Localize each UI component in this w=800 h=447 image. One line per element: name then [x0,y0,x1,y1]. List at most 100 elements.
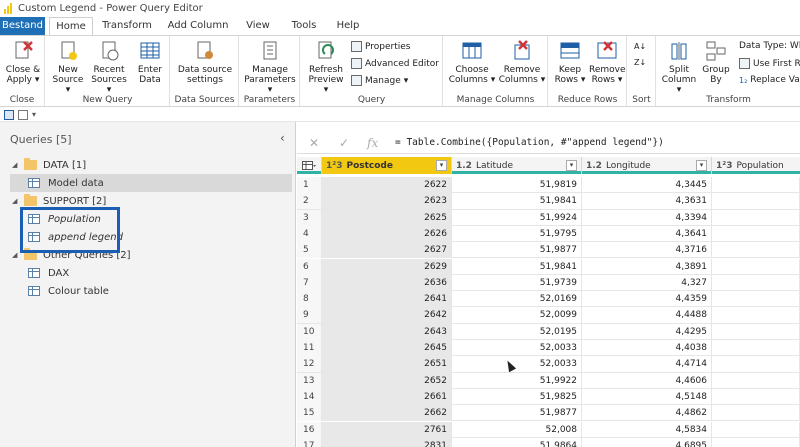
table-row[interactable]: 6 2629 51,9841 4,3891 [297,258,800,275]
data-source-settings-button[interactable]: Data source settings [175,40,235,85]
table-row[interactable]: 17 2831 51,9864 4,6895 [297,437,800,447]
manage-query-button[interactable]: Manage ▾ [351,75,408,86]
properties-button[interactable]: Properties [351,41,410,52]
select-all-table-icon[interactable] [297,157,322,174]
table-cell[interactable] [712,225,800,242]
query-item-dax[interactable]: DAX [10,264,292,282]
confirm-formula-icon[interactable]: ✓ [339,136,349,150]
table-cell[interactable]: 4,3631 [582,193,712,210]
collapse-pane-icon[interactable]: ‹ [280,131,285,145]
table-cell[interactable]: 52,0169 [452,291,582,308]
table-row[interactable]: 5 2627 51,9877 4,3716 [297,242,800,259]
table-row[interactable]: 7 2636 51,9739 4,327 [297,274,800,292]
table-cell[interactable]: 52,0033 [452,340,582,356]
query-item-model-data[interactable]: Model data [10,174,292,192]
table-cell[interactable] [712,340,800,356]
remove-rows-button[interactable]: Remove Rows ▾ [589,40,626,85]
table-cell[interactable]: 51,9739 [452,274,582,291]
keep-rows-button[interactable]: Keep Rows ▾ [553,40,587,85]
table-cell[interactable] [712,209,800,226]
table-cell[interactable]: 4,4038 [582,340,712,356]
tab-tools[interactable]: Tools [284,17,324,35]
remove-columns-button[interactable]: Remove Columns ▾ [498,40,546,85]
table-cell[interactable]: 4,5148 [582,388,712,405]
table-row[interactable]: 3 2625 51,9924 4,3394 [297,209,800,226]
table-row[interactable]: 11 2645 52,0033 4,4038 [297,340,800,357]
table-cell[interactable]: 2625 [322,209,452,226]
recent-sources-button[interactable]: Recent Sources ▾ [90,40,128,95]
table-cell[interactable]: 52,008 [452,421,582,438]
column-header-postcode[interactable]: 1²3 Postcode ▾ [322,157,452,174]
column-header-population[interactable]: 1²3 Population [712,157,800,174]
table-row[interactable]: 14 2661 51,9825 4,5148 [297,388,800,406]
table-cell[interactable]: 4,4606 [582,372,712,389]
table-row[interactable]: 9 2642 52,0099 4,4488 [297,307,800,324]
save-icon[interactable] [4,109,14,120]
table-cell[interactable]: 2831 [322,437,452,447]
table-cell[interactable]: 2761 [322,421,452,438]
table-cell[interactable]: 4,3394 [582,209,712,226]
table-cell[interactable] [712,307,800,324]
table-cell[interactable] [712,242,800,259]
table-cell[interactable]: 4,3716 [582,242,712,259]
filter-dropdown-icon[interactable]: ▾ [436,160,447,171]
table-cell[interactable]: 2643 [322,323,452,340]
sort-descending-button[interactable]: Z↓ [634,58,646,67]
customize-toolbar-icon[interactable]: ▾ [32,110,36,119]
table-row[interactable]: 8 2641 52,0169 4,4359 [297,291,800,308]
table-cell[interactable]: 4,3445 [582,177,712,193]
table-cell[interactable]: 2642 [322,307,452,324]
table-cell[interactable]: 2661 [322,388,452,405]
table-row[interactable]: 1 2622 51,9819 4,3445 [297,177,800,194]
table-cell[interactable]: 2629 [322,258,452,275]
table-row[interactable]: 13 2652 51,9922 4,4606 [297,372,800,389]
table-cell[interactable]: 2641 [322,291,452,308]
table-cell[interactable]: 4,4359 [582,291,712,308]
tab-home[interactable]: Home [49,17,93,36]
table-cell[interactable] [712,177,800,193]
table-cell[interactable]: 4,4295 [582,323,712,340]
table-cell[interactable]: 52,0195 [452,323,582,340]
table-cell[interactable]: 4,4488 [582,307,712,324]
table-row[interactable]: 4 2626 51,9795 4,3641 [297,225,800,243]
table-cell[interactable]: 4,5834 [582,421,712,438]
table-cell[interactable]: 2636 [322,274,452,291]
table-row[interactable]: 15 2662 51,9877 4,4862 [297,405,800,422]
sort-ascending-button[interactable]: A↓ [634,42,646,51]
table-cell[interactable]: 51,9924 [452,209,582,226]
enter-data-button[interactable]: Enter Data [134,40,166,85]
table-cell[interactable] [712,437,800,447]
use-first-row-button[interactable]: Use First R [739,58,800,69]
table-cell[interactable] [712,405,800,422]
query-item-colour-table[interactable]: Colour table [10,282,292,300]
table-cell[interactable]: 51,9819 [452,177,582,193]
choose-columns-button[interactable]: Choose Columns ▾ [448,40,496,85]
formula-input[interactable]: = Table.Combine({Population, #"append le… [395,137,664,148]
table-cell[interactable] [712,372,800,389]
table-cell[interactable] [712,291,800,308]
filter-dropdown-icon[interactable]: ▾ [696,160,707,171]
data-type-dropdown[interactable]: Data Type: Wh [739,41,800,51]
table-cell[interactable]: 51,9841 [452,258,582,275]
tab-view[interactable]: View [240,17,276,35]
tab-file[interactable]: Bestand [0,17,45,35]
fx-icon[interactable]: fx [367,136,378,150]
table-cell[interactable]: 2626 [322,225,452,242]
table-cell[interactable]: 2651 [322,356,452,373]
table-cell[interactable] [712,356,800,373]
table-row[interactable]: 2 2623 51,9841 4,3631 [297,193,800,210]
table-row[interactable]: 10 2643 52,0195 4,4295 [297,323,800,340]
table-cell[interactable]: 51,9825 [452,388,582,405]
tab-add-column[interactable]: Add Column [166,17,230,35]
table-cell[interactable]: 2622 [322,177,452,193]
split-column-button[interactable]: Split Column ▾ [661,40,697,95]
column-header-longitude[interactable]: 1.2 Longitude ▾ [582,157,712,174]
manage-parameters-button[interactable]: Manage Parameters ▾ [242,40,298,95]
table-cell[interactable]: 51,9877 [452,242,582,259]
advanced-editor-button[interactable]: Advanced Editor [351,58,439,69]
table-cell[interactable]: 2645 [322,340,452,356]
table-cell[interactable]: 52,0099 [452,307,582,324]
table-cell[interactable] [712,258,800,275]
table-view-icon[interactable] [18,109,28,120]
table-cell[interactable]: 4,4714 [582,356,712,373]
